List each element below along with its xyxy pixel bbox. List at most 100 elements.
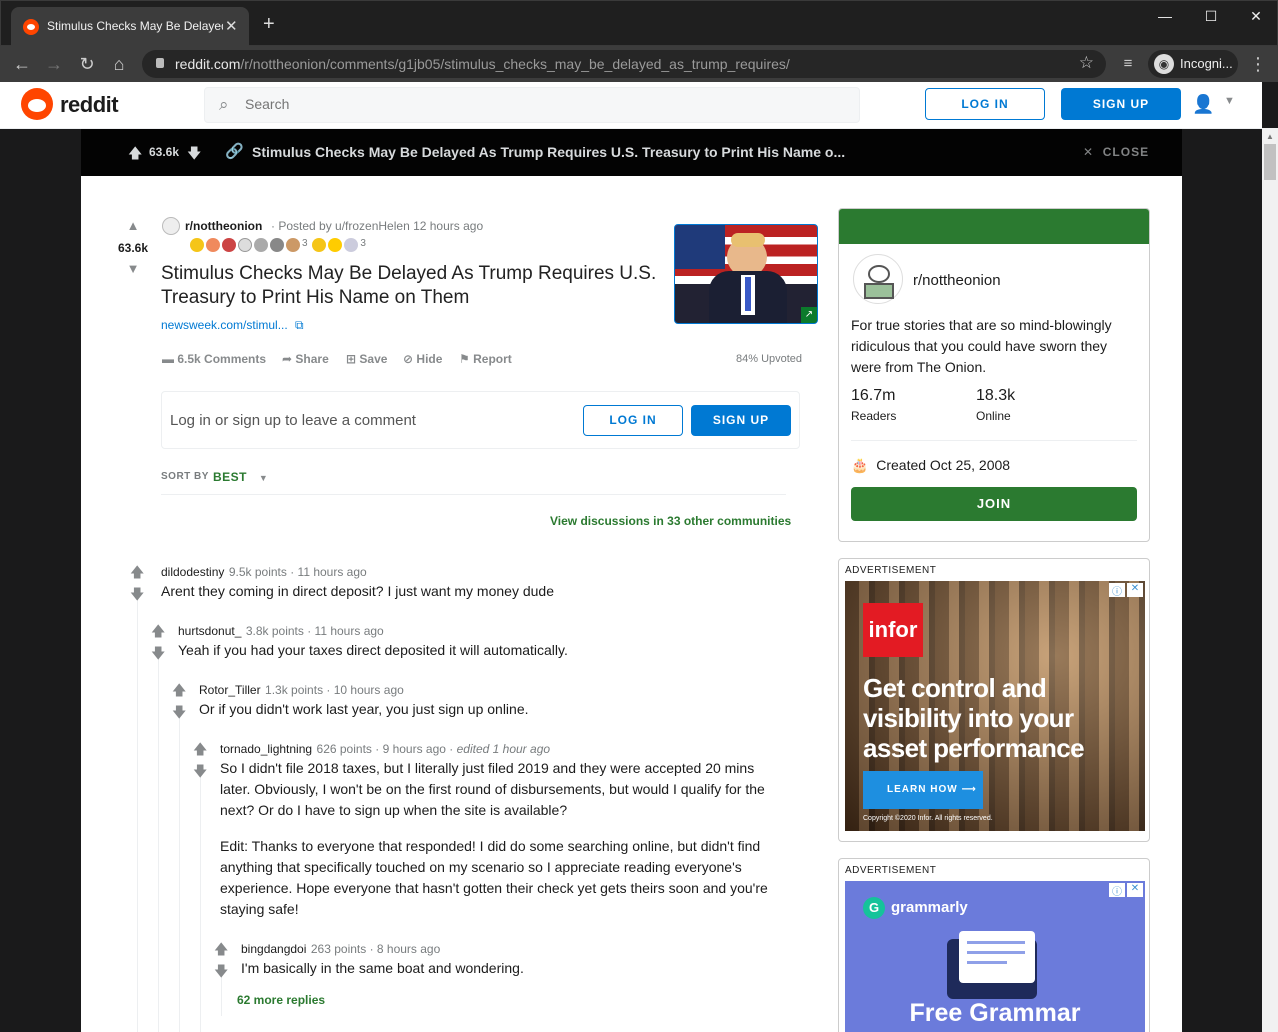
comments-button[interactable]: ▬ 6.5k Comments bbox=[162, 352, 266, 366]
external-link-icon: ↗ bbox=[801, 307, 817, 323]
back-icon[interactable]: ← bbox=[9, 52, 35, 76]
subreddit-link[interactable]: r/nottheonion bbox=[185, 219, 262, 233]
ad-info-icon[interactable]: ⓘ bbox=[1109, 883, 1125, 898]
search-input[interactable] bbox=[245, 96, 825, 112]
search-bar[interactable]: ⌕ bbox=[204, 87, 860, 123]
reddit-logo-icon[interactable] bbox=[21, 88, 53, 120]
ad-close-icon[interactable]: ✕ bbox=[1127, 583, 1143, 597]
incognito-icon: ◉ bbox=[1154, 54, 1174, 74]
comment-upvote-icon[interactable]: 🡅 bbox=[151, 621, 165, 645]
post-thumbnail[interactable]: ↗ bbox=[674, 224, 818, 324]
comment-body-edit: Edit: Thanks to everyone that responded!… bbox=[220, 838, 768, 917]
post-upvote-icon[interactable]: ▲ bbox=[124, 218, 142, 233]
tab-close-icon[interactable]: ✕ bbox=[225, 17, 238, 35]
community-description: For true stories that are so mind-blowin… bbox=[851, 317, 1112, 375]
infor-ad-banner[interactable]: ⓘ ✕ infor Get control and visibility int… bbox=[845, 581, 1145, 831]
comment-header: Rotor_Tiller 1.3k points · 10 hours ago bbox=[199, 683, 404, 697]
comment-downvote-icon[interactable]: 🡇 bbox=[214, 961, 228, 985]
sort-label: SORT BY bbox=[161, 471, 209, 482]
sort-dropdown[interactable]: BEST ▼ bbox=[213, 470, 268, 484]
browser-menu-icon[interactable]: ⋮ bbox=[1245, 52, 1271, 76]
comment-downvote-icon[interactable]: 🡇 bbox=[130, 584, 144, 608]
reload-icon[interactable]: ↻ bbox=[74, 52, 100, 76]
new-tab-icon[interactable]: + bbox=[263, 14, 275, 34]
readers-count: 16.7m bbox=[851, 387, 896, 404]
chevron-down-icon[interactable]: ▼ bbox=[1224, 95, 1235, 107]
home-icon[interactable]: ⌂ bbox=[106, 52, 132, 76]
upvote-icon[interactable]: 🡅 bbox=[128, 143, 142, 167]
user-icon[interactable]: 👤 bbox=[1192, 94, 1214, 115]
cake-icon: 🎂 bbox=[851, 457, 869, 473]
comment-downvote-icon[interactable]: 🡇 bbox=[172, 702, 186, 726]
maximize-icon[interactable]: ☐ bbox=[1188, 1, 1234, 31]
reddit-wordmark[interactable]: reddit bbox=[60, 92, 119, 118]
save-button[interactable]: ⊞ Save bbox=[346, 352, 387, 366]
comment-header: tornado_lightning 626 points · 9 hours a… bbox=[220, 742, 551, 756]
browser-tab[interactable]: Stimulus Checks May Be Delayed As Trump … bbox=[11, 7, 249, 47]
thread-line[interactable] bbox=[137, 600, 138, 1032]
comment-header: dildodestiny 9.5k points · 11 hours ago bbox=[161, 565, 367, 579]
comment-upvote-icon[interactable]: 🡅 bbox=[193, 739, 207, 763]
hide-icon: ⊘ bbox=[403, 352, 414, 366]
post-downvote-icon[interactable]: ▼ bbox=[124, 261, 142, 276]
media-queue-icon[interactable]: ≡ bbox=[1115, 52, 1141, 76]
tab-title: Stimulus Checks May Be Delayed As Trump … bbox=[47, 19, 223, 33]
report-button[interactable]: ⚑ Report bbox=[459, 352, 512, 366]
overlay-close-button[interactable]: ✕ CLOSE bbox=[1083, 145, 1149, 159]
window-close-icon[interactable]: ✕ bbox=[1233, 1, 1278, 31]
scroll-up-icon[interactable]: ▲ bbox=[1266, 132, 1274, 141]
share-button[interactable]: ➦ Share bbox=[282, 352, 329, 366]
subreddit-avatar[interactable] bbox=[162, 217, 180, 235]
page-scrollbar[interactable]: ▲ bbox=[1262, 128, 1278, 1032]
bookmark-star-icon[interactable]: ☆ bbox=[1079, 53, 1094, 73]
join-button[interactable]: JOIN bbox=[851, 487, 1137, 521]
thread-line[interactable] bbox=[200, 777, 201, 1032]
comment-downvote-icon[interactable]: 🡇 bbox=[151, 643, 165, 667]
comment-body: I'm basically in the same boat and wonde… bbox=[241, 960, 524, 976]
comment-upvote-icon[interactable]: 🡅 bbox=[172, 680, 186, 704]
comment-login-box: Log in or sign up to leave a comment LOG… bbox=[161, 391, 800, 449]
thread-line[interactable] bbox=[179, 718, 180, 1032]
community-card: r/nottheonion For true stories that are … bbox=[838, 208, 1150, 542]
comment-login-button[interactable]: LOG IN bbox=[583, 405, 683, 436]
scrollbar-thumb[interactable] bbox=[1264, 144, 1276, 180]
comment-body: So I didn't file 2018 taxes, but I liter… bbox=[220, 760, 765, 818]
ad-label: ADVERTISEMENT bbox=[845, 565, 937, 576]
comment-upvote-icon[interactable]: 🡅 bbox=[130, 562, 144, 586]
grammarly-logo-icon: G bbox=[863, 897, 885, 919]
comment-author[interactable]: hurtsdonut_ bbox=[178, 624, 241, 638]
post-awards[interactable]: 3 3 bbox=[190, 238, 368, 252]
online-label: Online bbox=[976, 409, 1011, 423]
community-card-header bbox=[839, 209, 1149, 244]
comment-upvote-icon[interactable]: 🡅 bbox=[214, 939, 228, 963]
hide-button[interactable]: ⊘ Hide bbox=[403, 352, 442, 366]
community-name[interactable]: r/nottheonion bbox=[913, 272, 1001, 289]
ad-info-icon[interactable]: ⓘ bbox=[1109, 583, 1125, 598]
comment-author[interactable]: dildodestiny bbox=[161, 565, 224, 579]
other-communities-link[interactable]: View discussions in 33 other communities bbox=[550, 514, 791, 528]
post-domain-link[interactable]: newsweek.com/stimul... ⧉ bbox=[161, 318, 304, 333]
comment-signup-button[interactable]: SIGN UP bbox=[691, 405, 791, 436]
header-login-button[interactable]: LOG IN bbox=[925, 88, 1045, 120]
incognito-profile-button[interactable]: ◉ Incogni... bbox=[1148, 50, 1238, 78]
lock-icon bbox=[156, 58, 164, 68]
address-bar[interactable]: reddit.com/r/nottheonion/comments/g1jb05… bbox=[142, 50, 1106, 78]
header-signup-button[interactable]: SIGN UP bbox=[1061, 88, 1181, 120]
downvote-icon[interactable]: 🡇 bbox=[187, 143, 201, 167]
more-replies-link[interactable]: 62 more replies bbox=[237, 993, 325, 1007]
comment-author[interactable]: tornado_lightning bbox=[220, 742, 312, 756]
post-title[interactable]: Stimulus Checks May Be Delayed As Trump … bbox=[161, 262, 661, 310]
ad-close-icon[interactable]: ✕ bbox=[1127, 883, 1143, 897]
browser-toolbar: ← → ↻ ⌂ reddit.com/r/nottheonion/comment… bbox=[0, 46, 1278, 82]
comment-downvote-icon[interactable]: 🡇 bbox=[193, 761, 207, 785]
comment-author[interactable]: bingdangdoi bbox=[241, 942, 306, 956]
forward-icon[interactable]: → bbox=[41, 52, 67, 76]
comment-author[interactable]: Rotor_Tiller bbox=[199, 683, 261, 697]
ad-cta-button[interactable]: LEARN HOW ⟶ bbox=[863, 771, 983, 809]
grammarly-ad-banner[interactable]: ⓘ ✕ G grammarly Free Grammar bbox=[845, 881, 1145, 1032]
minimize-icon[interactable]: — bbox=[1142, 1, 1188, 31]
search-icon: ⌕ bbox=[219, 95, 229, 114]
url-text: reddit.com/r/nottheonion/comments/g1jb05… bbox=[175, 56, 790, 72]
thread-line[interactable] bbox=[158, 659, 159, 1032]
snoo-avatar-icon[interactable] bbox=[853, 254, 903, 304]
